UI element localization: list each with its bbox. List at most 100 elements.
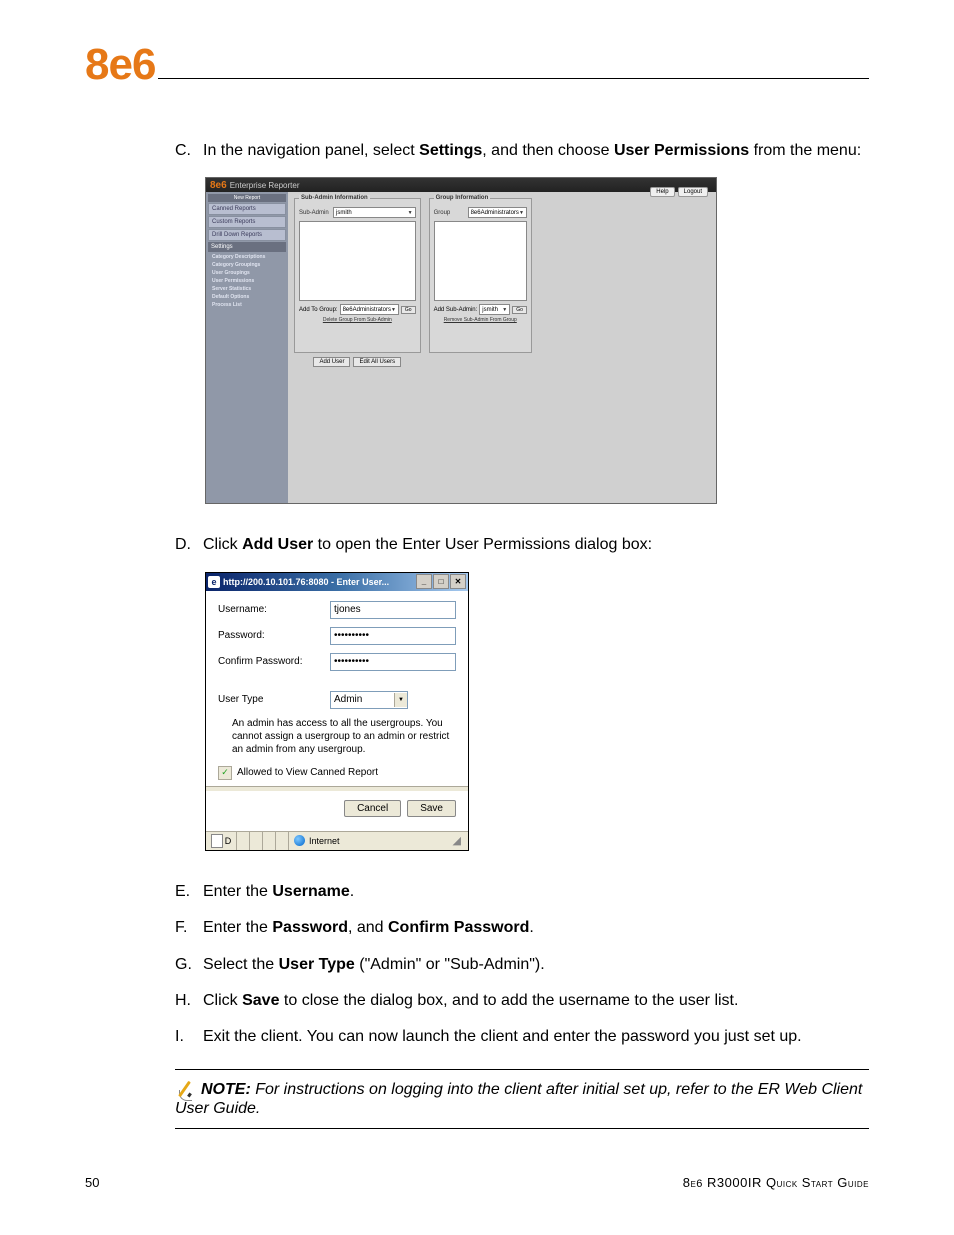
username-input[interactable]: tjones bbox=[330, 601, 456, 619]
chevron-down-icon: ▼ bbox=[502, 307, 507, 313]
step-letter: C. bbox=[175, 140, 203, 162]
document-icon bbox=[211, 834, 223, 848]
confirm-password-label: Confirm Password: bbox=[218, 656, 330, 667]
chevron-down-icon: ▼ bbox=[408, 210, 413, 216]
chevron-down-icon: ▼ bbox=[394, 693, 407, 707]
nav-canned-reports[interactable]: Canned Reports bbox=[208, 203, 286, 215]
settings-submenu: Category Descriptions Category Groupings… bbox=[208, 253, 286, 309]
step-g: G. Select the User Type ("Admin" or "Sub… bbox=[175, 954, 869, 976]
add-to-group-label: Add To Group: bbox=[299, 307, 338, 313]
step-e: E. Enter the Username. bbox=[175, 881, 869, 903]
note-text: For instructions on logging into the cli… bbox=[175, 1081, 862, 1117]
sub-admin-panel: Sub-Admin Information Sub-Admin jsmith ▼ bbox=[294, 198, 421, 353]
sub-admin-listbox[interactable] bbox=[299, 221, 416, 301]
nav-custom-reports[interactable]: Custom Reports bbox=[208, 216, 286, 228]
internet-zone-icon bbox=[294, 835, 305, 846]
close-button[interactable]: ✕ bbox=[450, 574, 466, 589]
save-button[interactable]: Save bbox=[407, 800, 456, 817]
step-content: In the navigation panel, select Settings… bbox=[203, 140, 869, 162]
group-info-panel: Group Information Group 8e6Administrator… bbox=[429, 198, 532, 353]
page-footer: 50 8e6 R3000IR Quick Start Guide bbox=[85, 1175, 869, 1190]
group-listbox[interactable] bbox=[434, 221, 527, 301]
help-button[interactable]: Help bbox=[650, 187, 674, 197]
submenu-category-groupings[interactable]: Category Groupings bbox=[212, 261, 286, 269]
step-d: D. Click Add User to open the Enter User… bbox=[175, 534, 869, 556]
step-c: C. In the navigation panel, select Setti… bbox=[175, 140, 869, 162]
user-type-description: An admin has access to all the usergroup… bbox=[232, 717, 456, 756]
step-f: F. Enter the Password, and Confirm Passw… bbox=[175, 917, 869, 939]
submenu-user-permissions[interactable]: User Permissions bbox=[212, 277, 286, 285]
step-h: H. Click Save to close the dialog box, a… bbox=[175, 990, 869, 1012]
chevron-down-icon: ▼ bbox=[391, 307, 396, 313]
nav-settings[interactable]: Settings bbox=[208, 242, 286, 252]
app-logo: 8e6 bbox=[210, 180, 227, 191]
app-title: Enterprise Reporter bbox=[230, 181, 300, 190]
step-letter: I. bbox=[175, 1026, 203, 1048]
ie-icon: e bbox=[208, 576, 220, 588]
step-letter: F. bbox=[175, 917, 203, 939]
allowed-canned-checkbox[interactable]: ✓ bbox=[218, 766, 232, 780]
status-left: D bbox=[206, 832, 237, 850]
edit-all-users-button[interactable]: Edit All Users bbox=[353, 357, 401, 367]
page-number: 50 bbox=[85, 1175, 99, 1190]
group-label: Group bbox=[434, 210, 468, 216]
dialog-title: http://200.10.101.76:8080 - Enter User..… bbox=[223, 577, 389, 587]
add-to-group-select[interactable]: 8e6Administrators ▼ bbox=[340, 304, 399, 315]
footer-title: 8e6 R3000IR Quick Start Guide bbox=[683, 1175, 869, 1190]
username-label: Username: bbox=[218, 604, 330, 615]
submenu-default-options[interactable]: Default Options bbox=[212, 293, 286, 301]
submenu-server-statistics[interactable]: Server Statistics bbox=[212, 285, 286, 293]
go-button[interactable]: Go bbox=[512, 306, 527, 314]
step-letter: H. bbox=[175, 990, 203, 1012]
submenu-process-list[interactable]: Process List bbox=[212, 301, 286, 309]
status-bar: D Internet ◢ bbox=[206, 831, 468, 850]
add-sub-admin-select[interactable]: jsmith ▼ bbox=[479, 304, 510, 315]
maximize-button[interactable]: □ bbox=[433, 574, 449, 589]
checkbox-label: Allowed to View Canned Report bbox=[237, 767, 378, 778]
note-label: NOTE: bbox=[201, 1081, 251, 1098]
header-rule bbox=[158, 78, 869, 79]
logout-button[interactable]: Logout bbox=[678, 187, 708, 197]
chevron-down-icon: ▼ bbox=[519, 210, 524, 216]
divider bbox=[206, 786, 468, 792]
add-sub-admin-label: Add Sub-Admin: bbox=[434, 307, 478, 313]
step-letter: G. bbox=[175, 954, 203, 976]
user-type-label: User Type bbox=[218, 694, 330, 705]
step-i: I. Exit the client. You can now launch t… bbox=[175, 1026, 869, 1048]
sub-admin-label: Sub-Admin bbox=[299, 210, 333, 216]
nav-sidebar: New Report Canned Reports Custom Reports… bbox=[206, 192, 288, 503]
step-letter: E. bbox=[175, 881, 203, 903]
status-right: Internet ◢ bbox=[289, 834, 468, 847]
step-letter: D. bbox=[175, 534, 203, 556]
main-panel: Sub-Admin Information Sub-Admin jsmith ▼ bbox=[288, 192, 716, 503]
password-label: Password: bbox=[218, 630, 330, 641]
screenshot-enter-user-dialog: e http://200.10.101.76:8080 - Enter User… bbox=[205, 572, 869, 851]
password-input[interactable]: •••••••••• bbox=[330, 627, 456, 645]
app-titlebar: 8e6 Enterprise Reporter bbox=[206, 178, 716, 192]
panel-title: Sub-Admin Information bbox=[299, 195, 370, 201]
delete-group-link[interactable]: Delete Group From Sub-Admin bbox=[299, 317, 416, 323]
cancel-button[interactable]: Cancel bbox=[344, 800, 401, 817]
group-select[interactable]: 8e6Administrators ▼ bbox=[468, 207, 527, 218]
remove-sub-admin-link[interactable]: Remove Sub-Admin From Group bbox=[434, 317, 527, 323]
step-content: Click Add User to open the Enter User Pe… bbox=[203, 534, 869, 556]
allowed-canned-report-row: ✓ Allowed to View Canned Report bbox=[218, 766, 456, 780]
minimize-button[interactable]: _ bbox=[416, 574, 432, 589]
dialog-titlebar: e http://200.10.101.76:8080 - Enter User… bbox=[206, 573, 468, 591]
submenu-user-groupings[interactable]: User Groupings bbox=[212, 269, 286, 277]
add-user-button[interactable]: Add User bbox=[313, 357, 350, 367]
panel-title: Group Information bbox=[434, 195, 491, 201]
sidebar-header[interactable]: New Report bbox=[208, 194, 286, 202]
resize-grip-icon[interactable]: ◢ bbox=[453, 834, 463, 847]
page-header: 8e6 bbox=[85, 40, 869, 90]
go-button[interactable]: Go bbox=[401, 306, 416, 314]
submenu-category-descriptions[interactable]: Category Descriptions bbox=[212, 253, 286, 261]
sub-admin-select[interactable]: jsmith ▼ bbox=[333, 207, 416, 218]
note-icon bbox=[175, 1080, 197, 1100]
user-type-select[interactable]: Admin ▼ bbox=[330, 691, 408, 709]
confirm-password-input[interactable]: •••••••••• bbox=[330, 653, 456, 671]
nav-drill-down-reports[interactable]: Drill Down Reports bbox=[208, 229, 286, 241]
screenshot-enterprise-reporter: 8e6 Enterprise Reporter Help Logout New … bbox=[205, 177, 869, 504]
logo-text: 8e6 bbox=[85, 40, 155, 90]
note-box: NOTE: For instructions on logging into t… bbox=[175, 1069, 869, 1129]
